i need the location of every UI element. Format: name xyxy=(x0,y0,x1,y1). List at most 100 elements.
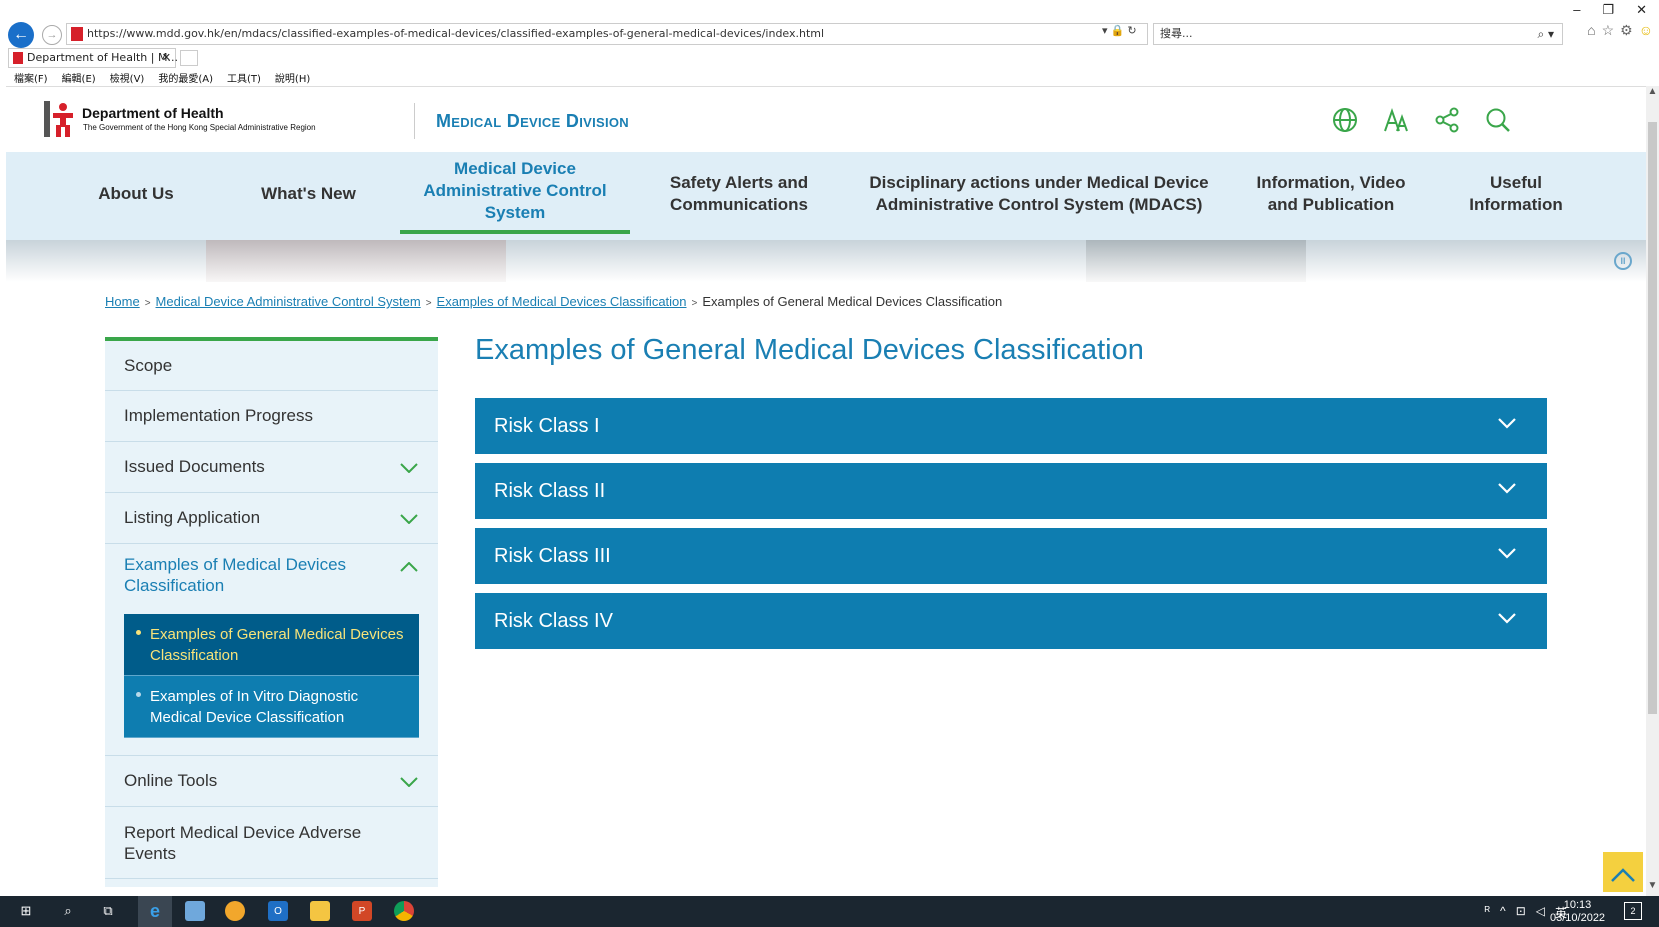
new-tab-button[interactable] xyxy=(180,50,198,66)
dept-name[interactable]: Department of Health xyxy=(82,105,224,121)
menu-edit[interactable]: 編輯(E) xyxy=(62,70,96,85)
search-icon[interactable]: ⌕ ▾ xyxy=(1537,24,1554,44)
browser-search-input[interactable]: 搜尋... ⌕ ▾ xyxy=(1153,23,1563,45)
back-to-top-button[interactable] xyxy=(1603,852,1643,892)
accordion-risk-class-1[interactable]: Risk Class I xyxy=(475,398,1547,454)
globe-icon[interactable] xyxy=(1330,105,1360,135)
sidebar-item-examples-classification[interactable]: Examples of Medical Devices Classificati… xyxy=(105,544,438,614)
font-size-icon[interactable] xyxy=(1381,105,1411,135)
sidebar-item-scope[interactable]: Scope xyxy=(105,341,438,391)
sidebar-item-label: Implementation Progress xyxy=(124,406,313,425)
header-divider xyxy=(414,103,415,139)
internet-explorer-icon[interactable]: e xyxy=(145,901,165,921)
breadcrumb-mdacs[interactable]: Medical Device Administrative Control Sy… xyxy=(156,294,421,309)
accordion-label: Risk Class III xyxy=(494,544,611,567)
nav-disciplinary-actions[interactable]: Disciplinary actions under Medical Devic… xyxy=(854,152,1224,236)
window-controls: – ❐ ✕ xyxy=(1573,2,1647,18)
sidebar-item-online-tools[interactable]: Online Tools xyxy=(105,756,438,807)
favorites-star-icon[interactable]: ☆ xyxy=(1602,22,1615,39)
windows-start-icon[interactable]: ⊞ xyxy=(16,901,36,921)
task-view-icon[interactable]: ⧉ xyxy=(98,901,118,921)
search-icon[interactable] xyxy=(1483,105,1513,135)
tray-expand-icon[interactable]: ^ xyxy=(1500,904,1506,921)
sidebar-item-listing-application[interactable]: Listing Application xyxy=(105,493,438,544)
network-icon[interactable]: ⊡ xyxy=(1516,904,1526,921)
menu-bar: 檔案(F) 編輯(E) 檢視(V) 我的最愛(A) 工具(T) 說明(H) xyxy=(14,70,310,85)
search-icon[interactable]: ⌕ xyxy=(58,901,78,921)
file-explorer-icon[interactable] xyxy=(310,901,330,921)
back-button[interactable]: ← xyxy=(8,22,34,48)
accordion-risk-class-2[interactable]: Risk Class II xyxy=(475,463,1547,519)
menu-file[interactable]: 檔案(F) xyxy=(14,70,48,85)
close-icon[interactable]: ✕ xyxy=(1636,2,1647,18)
people-icon[interactable]: ᴿ xyxy=(1485,904,1490,921)
scroll-down-icon[interactable]: ▼ xyxy=(1646,880,1659,896)
sidebar-item-implementation-progress[interactable]: Implementation Progress xyxy=(105,391,438,442)
restore-icon[interactable]: ❐ xyxy=(1602,2,1614,18)
sidebar-spacer xyxy=(105,738,438,756)
chevron-down-icon[interactable] xyxy=(1497,477,1517,500)
nav-information-video[interactable]: Information, Video and Publication xyxy=(1246,152,1416,236)
menu-help[interactable]: 說明(H) xyxy=(275,70,310,85)
breadcrumb-classification[interactable]: Examples of Medical Devices Classificati… xyxy=(437,294,687,309)
dh-logo-icon[interactable] xyxy=(44,101,76,137)
settings-gear-icon[interactable]: ⚙ xyxy=(1620,22,1633,39)
division-title[interactable]: Medical Device Division xyxy=(436,111,629,132)
chevron-down-icon[interactable] xyxy=(400,508,418,529)
scroll-up-icon[interactable]: ▲ xyxy=(1646,86,1659,102)
pause-icon[interactable]: II xyxy=(1614,252,1632,270)
smiley-icon[interactable]: ☺ xyxy=(1639,22,1653,39)
share-icon[interactable] xyxy=(1432,105,1462,135)
sidebar-subitem-general[interactable]: Examples of General Medical Devices Clas… xyxy=(124,614,419,676)
breadcrumb-separator-icon: > xyxy=(144,298,151,309)
sidebar-item-issued-documents[interactable]: Issued Documents xyxy=(105,442,438,493)
sidebar-subitem-ivd[interactable]: Examples of In Vitro Diagnostic Medical … xyxy=(124,676,419,738)
chevron-up-icon xyxy=(1611,868,1635,882)
browser-tab[interactable]: Department of Health | M... ✕ xyxy=(8,48,178,68)
bullet-icon xyxy=(136,630,141,635)
browser-chrome: – ❐ ✕ ← → https://www.mdd.gov.hk/en/mdac… xyxy=(0,0,1659,86)
powerpoint-icon[interactable]: P xyxy=(352,901,372,921)
menu-favorites[interactable]: 我的最愛(A) xyxy=(158,70,213,85)
chevron-down-icon[interactable] xyxy=(1497,607,1517,630)
menu-tools[interactable]: 工具(T) xyxy=(227,70,261,85)
outlook-icon[interactable]: O xyxy=(268,901,288,921)
page-scrollbar[interactable]: ▲ ▼ xyxy=(1646,86,1659,896)
address-bar[interactable]: https://www.mdd.gov.hk/en/mdacs/classifi… xyxy=(66,23,1148,45)
sidebar-item-label: Online Tools xyxy=(124,771,218,790)
chevron-down-icon[interactable] xyxy=(1497,412,1517,435)
notification-count: 2 xyxy=(1630,906,1636,916)
banner-photo xyxy=(1086,240,1306,282)
accordion-risk-class-3[interactable]: Risk Class III xyxy=(475,528,1547,584)
chevron-down-icon[interactable] xyxy=(400,771,418,792)
sidebar-subitem-label: Examples of In Vitro Diagnostic Medical … xyxy=(150,688,359,726)
breadcrumb-home[interactable]: Home xyxy=(105,294,140,309)
volume-icon[interactable]: ◁ xyxy=(1536,904,1545,921)
chevron-down-icon[interactable] xyxy=(1497,542,1517,565)
app-icon[interactable] xyxy=(225,901,245,921)
nav-useful-information[interactable]: Useful Information xyxy=(1456,152,1576,236)
nav-safety-alerts[interactable]: Safety Alerts and Communications xyxy=(644,152,834,236)
sidebar-item-label: Examples of Medical Devices Classificati… xyxy=(124,555,347,595)
app-icon[interactable] xyxy=(185,901,205,921)
tab-close-icon[interactable]: ✕ xyxy=(162,49,171,67)
chrome-icon[interactable] xyxy=(394,901,414,921)
scroll-thumb[interactable] xyxy=(1648,122,1657,714)
chevron-down-icon[interactable] xyxy=(400,457,418,478)
chevron-up-icon[interactable] xyxy=(400,556,418,577)
minimize-icon[interactable]: – xyxy=(1573,2,1580,18)
nav-mdacs[interactable]: Medical Device Administrative Control Sy… xyxy=(400,152,630,234)
nav-about-us[interactable]: About Us xyxy=(66,152,206,236)
banner-photo xyxy=(206,240,506,282)
sidebar-item-report-adverse-events[interactable]: Report Medical Device Adverse Events xyxy=(105,807,438,879)
accordion-risk-class-4[interactable]: Risk Class IV xyxy=(475,593,1547,649)
home-icon[interactable]: ⌂ xyxy=(1587,22,1595,39)
taskbar-clock[interactable]: 10:13 03/10/2022 xyxy=(1550,899,1605,925)
bullet-icon xyxy=(136,692,141,697)
address-tools[interactable]: ▾ 🔒 ↻ xyxy=(1102,24,1137,37)
menu-view[interactable]: 檢視(V) xyxy=(110,70,145,85)
notification-icon[interactable]: 2 xyxy=(1624,902,1642,920)
forward-button[interactable]: → xyxy=(42,25,62,45)
sidebar-item-label: Report Medical Device Adverse Events xyxy=(124,822,362,863)
nav-whats-new[interactable]: What's New xyxy=(236,152,381,236)
